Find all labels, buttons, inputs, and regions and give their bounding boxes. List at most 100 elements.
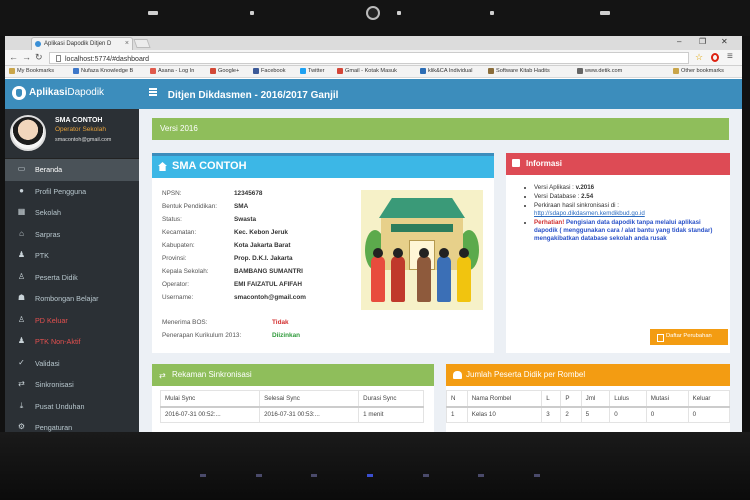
url-input[interactable]: localhost:5774/#dashboard	[49, 52, 689, 64]
column-header[interactable]: Keluar	[687, 390, 731, 408]
bookmark-item[interactable]: Asana - Log In	[150, 68, 194, 74]
bookmark-item[interactable]: Google+	[210, 68, 239, 74]
bookmark-item[interactable]: www.detik.com	[577, 68, 622, 74]
table-row[interactable]: 2016-07-31 00:52:... 2016-07-31 00:53:..…	[159, 406, 424, 423]
dapodik-favicon-icon	[35, 41, 41, 47]
webcam-icon	[366, 6, 380, 20]
bookmark-star-icon[interactable]: ☆	[695, 52, 703, 63]
download-icon: ⤓	[19, 400, 24, 410]
browser-menu-icon[interactable]: ≡	[727, 51, 733, 62]
table-cell: 1 menit	[358, 406, 424, 423]
table-header-row: N Nama Rombel L P Jml Lulus Mutasi Kelua…	[446, 390, 731, 408]
table-cell: 3	[541, 406, 562, 423]
logo-text-thin: Dapodik	[67, 87, 105, 98]
info-db-version: Versi Database : 2.54	[534, 193, 724, 201]
sidebar-item-ptk[interactable]: ♟ PTK	[5, 245, 139, 267]
sidebar-item-pengaturan[interactable]: ⚙ Pengaturan	[5, 417, 139, 432]
sidebar-item-sekolah[interactable]: ▦ Sekolah	[5, 202, 139, 224]
sidebar-item-sarpras[interactable]: ⌂ Sarpras	[5, 224, 139, 246]
site-icon	[73, 68, 79, 74]
bookmark-item[interactable]: Nufaza Knowledge B	[73, 68, 133, 74]
logo-text-bold: Aplikasi	[29, 87, 68, 98]
address-bar: ← → ↻ localhost:5774/#dashboard ☆ ≡	[5, 50, 742, 66]
info-box-header: Informasi	[506, 153, 730, 175]
monitor-icon: ▭	[17, 164, 26, 173]
home-icon	[158, 162, 167, 171]
app-logo[interactable]: AplikasiDapodik	[5, 79, 139, 109]
user-icon: ●	[19, 185, 24, 195]
bookmark-item[interactable]: Facebook	[253, 68, 286, 74]
sidebar-item-peserta-didik[interactable]: ♙ Peserta Didik	[5, 267, 139, 289]
info-title: Informasi	[526, 159, 563, 168]
reload-icon[interactable]: ↻	[35, 52, 43, 63]
column-header[interactable]: P	[560, 390, 582, 408]
close-tab-icon[interactable]: ×	[125, 40, 129, 47]
sync-history-title: Rekaman Sinkronisasi	[172, 370, 252, 379]
minimize-icon[interactable]: –	[677, 37, 681, 46]
user-off-icon: ♟	[17, 336, 26, 345]
close-window-icon[interactable]: ✕	[721, 37, 728, 46]
bookmark-item[interactable]: Software Kitab Hadits	[488, 68, 550, 74]
browser-tab[interactable]: Aplikasi Dapodik Ditjen D ×	[31, 37, 133, 50]
sidebar-item-ptk-non-aktif[interactable]: ♟ PTK Non-Aktif	[5, 331, 139, 353]
back-icon[interactable]: ←	[9, 52, 18, 62]
group-icon: ☗	[17, 293, 26, 302]
tab-strip: Aplikasi Dapodik Ditjen D × – ❐ ✕	[5, 36, 742, 50]
sidebar-item-sinkronisasi[interactable]: ⇄ Sinkronisasi	[5, 374, 139, 396]
sidebar-item-validasi[interactable]: ✓ Validasi	[5, 353, 139, 375]
user-email: smacontoh@gmail.com	[55, 137, 112, 143]
table-cell: 0	[687, 406, 731, 423]
info-warning: Perhatian! Pengisian data dapodik tanpa …	[534, 219, 724, 243]
column-header[interactable]: L	[541, 390, 562, 408]
opera-extension-icon[interactable]	[711, 53, 719, 62]
column-header[interactable]: Selesai Sync	[259, 390, 360, 408]
bookmark-item[interactable]: Twitter	[300, 68, 324, 74]
bank-icon	[420, 68, 426, 74]
column-header[interactable]: Nama Rombel	[466, 390, 543, 408]
column-header[interactable]: N	[446, 390, 468, 408]
monitor-buttons	[200, 474, 540, 478]
sidebar-item-pd-keluar[interactable]: ♙ PD Keluar	[5, 310, 139, 332]
sidebar-item-pusat-unduhan[interactable]: ⤓ Pusat Unduhan	[5, 396, 139, 418]
bezel-led	[600, 11, 610, 15]
sidebar-item-rombongan-belajar[interactable]: ☗ Rombongan Belajar	[5, 288, 139, 310]
table-row[interactable]: 1 Kelas 10 3 2 5 0 0 0	[446, 406, 731, 423]
sidebar-item-profil-pengguna[interactable]: ● Profil Pengguna	[5, 181, 139, 203]
sync-server-link[interactable]: http://sdapo.dikdasmen.kemdikbud.go.id	[534, 210, 724, 218]
column-header[interactable]: Durasi Sync	[358, 390, 424, 408]
new-tab-button[interactable]	[133, 39, 151, 48]
school-illustration	[361, 190, 483, 310]
googleplus-icon	[210, 68, 216, 74]
restore-icon[interactable]: ❐	[699, 37, 706, 46]
bookmark-item[interactable]: My Bookmarks	[9, 68, 54, 74]
book-icon	[488, 68, 494, 74]
table-cell: 5	[580, 406, 611, 423]
monitor-bottom-bezel	[0, 432, 750, 500]
building-icon: ▦	[17, 207, 26, 216]
column-header[interactable]: Mulai Sync	[159, 390, 261, 408]
column-header[interactable]: Mutasi	[645, 390, 689, 408]
bookmark-item[interactable]: Other bookmarks	[673, 68, 724, 74]
column-header[interactable]: Lulus	[609, 390, 647, 408]
sidebar-item-beranda[interactable]: ▭ Beranda	[5, 159, 139, 181]
students-per-rombel-header: Jumlah Peserta Didik per Rombel	[446, 364, 730, 386]
user-panel: SMA CONTOH Operator Sekolah smacontoh@gm…	[5, 109, 139, 159]
hamburger-menu-icon[interactable]	[149, 88, 157, 97]
user-name: SMA CONTOH	[55, 117, 103, 124]
gmail-icon	[337, 68, 343, 74]
forward-icon[interactable]: →	[22, 52, 31, 62]
column-header[interactable]: Jml	[580, 390, 611, 408]
twitter-icon	[300, 68, 306, 74]
info-icon	[512, 159, 520, 167]
sidebar: AplikasiDapodik SMA CONTOH Operator Seko…	[5, 79, 139, 432]
student-out-icon: ♙	[17, 314, 26, 324]
folder-icon	[673, 68, 679, 74]
school-title: SMA CONTOH	[172, 160, 247, 172]
facebook-icon	[253, 68, 259, 74]
daftar-perubahan-button[interactable]: Daftar Perubahan	[650, 329, 728, 345]
bookmark-item[interactable]: klik&CA Individual	[420, 68, 472, 74]
browser-window: Aplikasi Dapodik Ditjen D × – ❐ ✕ ← → ↻ …	[5, 36, 742, 432]
sync-history-box: ⇄ Rekaman Sinkronisasi Mulai Sync Selesa…	[152, 364, 434, 432]
bookmark-item[interactable]: Gmail - Kotak Masuk	[337, 68, 397, 74]
info-list: Versi Aplikasi : v.2016 Versi Database :…	[534, 184, 724, 244]
